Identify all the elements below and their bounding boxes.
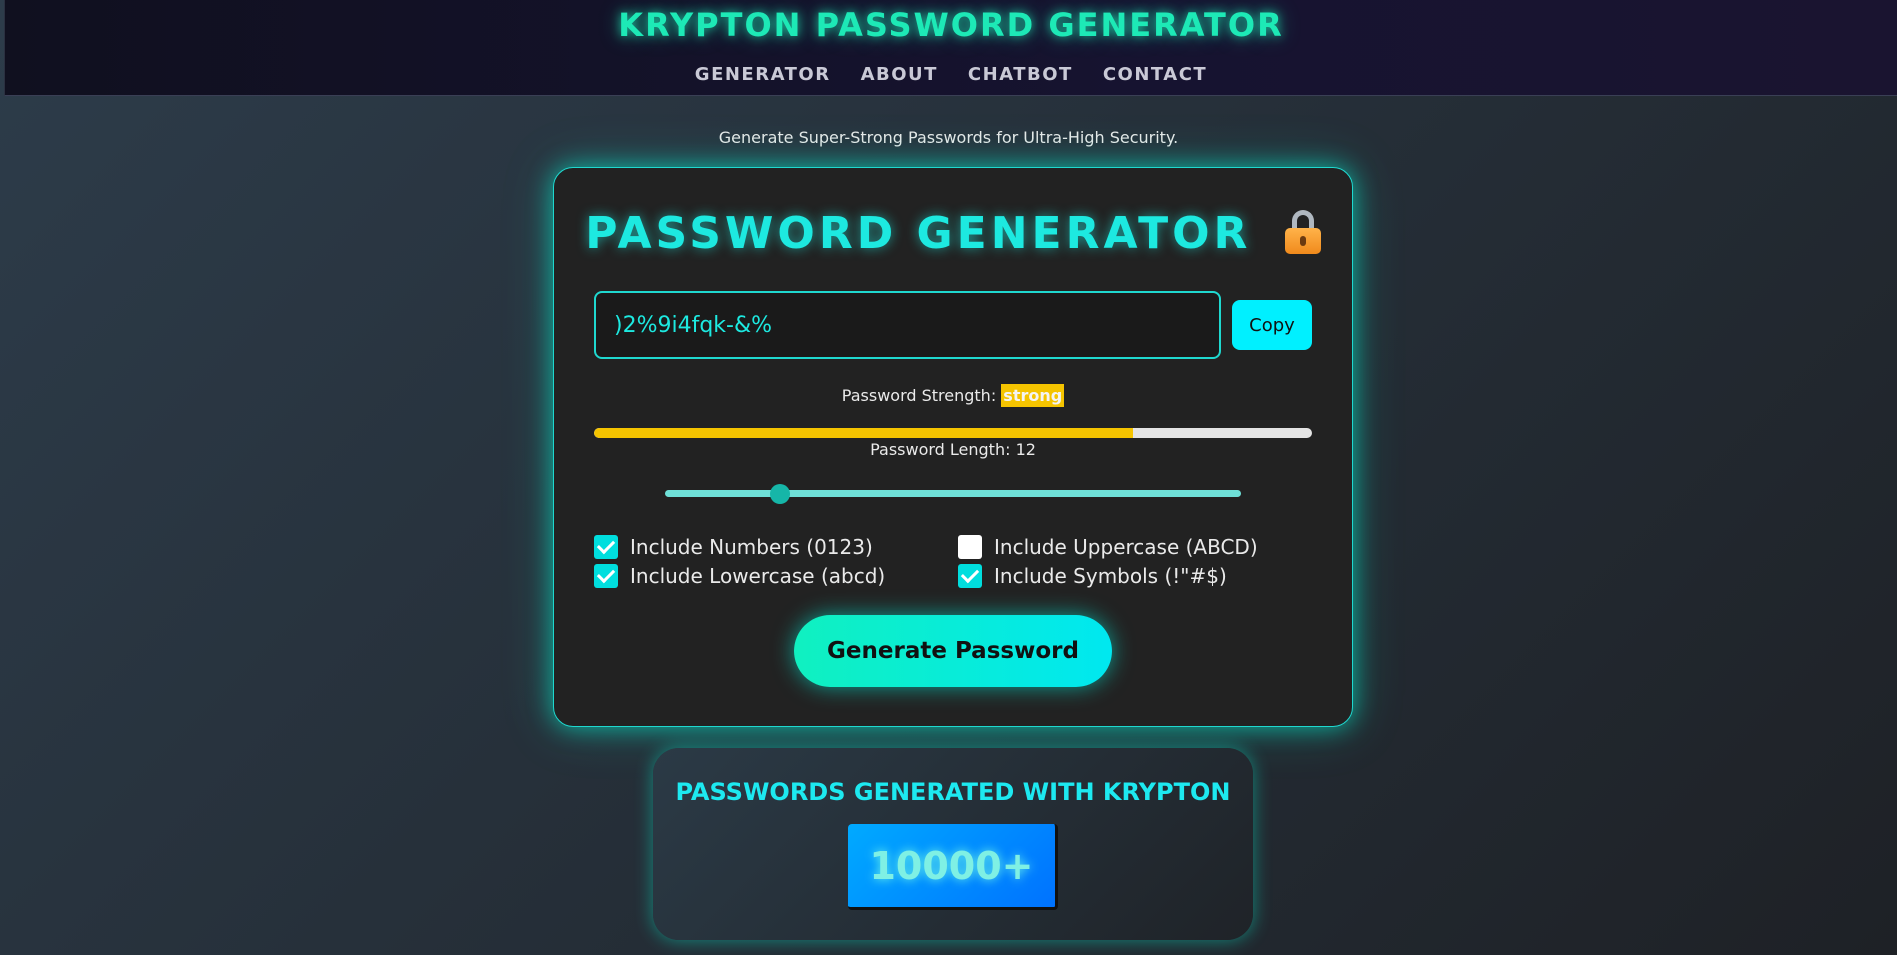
main-nav: GENERATOR ABOUT CHATBOT CONTACT <box>5 64 1897 85</box>
length-label: Password Length: 12 <box>870 440 1036 459</box>
numbers-checkbox[interactable] <box>594 535 618 559</box>
generator-title: PASSWORD GENERATOR <box>585 208 1252 259</box>
strength-bar <box>594 428 1312 438</box>
options-group: Include Numbers (0123) Include Uppercase… <box>594 535 1314 595</box>
nav-generator[interactable]: GENERATOR <box>695 64 831 85</box>
length-slider-thumb[interactable] <box>770 484 791 504</box>
counter-title: PASSWORDS GENERATED WITH KRYPTON <box>675 778 1231 806</box>
generate-password-button[interactable]: Generate Password <box>794 615 1112 687</box>
option-lowercase[interactable]: Include Lowercase (abcd) <box>594 564 885 588</box>
nav-contact[interactable]: CONTACT <box>1103 64 1207 85</box>
option-symbols[interactable]: Include Symbols (!"#$) <box>958 564 1227 588</box>
option-numbers-label: Include Numbers (0123) <box>630 535 873 559</box>
lowercase-checkbox[interactable] <box>594 564 618 588</box>
generator-title-row: PASSWORD GENERATOR <box>554 208 1352 259</box>
strength-row: Password Strength: strong <box>554 384 1352 407</box>
option-lowercase-label: Include Lowercase (abcd) <box>630 564 886 588</box>
counter-value: 10000+ <box>848 824 1058 910</box>
strength-badge: strong <box>1001 384 1065 407</box>
lock-icon <box>1284 210 1321 254</box>
length-slider[interactable] <box>665 484 1241 504</box>
tagline: Generate Super-Strong Passwords for Ultr… <box>718 128 1179 147</box>
strength-bar-fill <box>594 428 1133 438</box>
option-uppercase[interactable]: Include Uppercase (ABCD) <box>958 535 1258 559</box>
uppercase-checkbox[interactable] <box>958 535 982 559</box>
strength-label: Password Strength: <box>841 386 997 405</box>
site-header: KRYPTON PASSWORD GENERATOR GENERATOR ABO… <box>4 0 1897 96</box>
option-numbers[interactable]: Include Numbers (0123) <box>594 535 873 559</box>
option-uppercase-label: Include Uppercase (ABCD) <box>994 535 1258 559</box>
password-output-field[interactable] <box>594 291 1221 359</box>
option-symbols-label: Include Symbols (!"#$) <box>994 564 1227 588</box>
generator-card: PASSWORD GENERATOR Copy Password Strengt… <box>553 167 1353 727</box>
nav-about[interactable]: ABOUT <box>861 64 938 85</box>
copy-button[interactable]: Copy <box>1232 300 1312 350</box>
counter-card: PASSWORDS GENERATED WITH KRYPTON 10000+ <box>653 748 1253 940</box>
symbols-checkbox[interactable] <box>958 564 982 588</box>
nav-chatbot[interactable]: CHATBOT <box>968 64 1073 85</box>
site-title: KRYPTON PASSWORD GENERATOR <box>618 6 1284 44</box>
